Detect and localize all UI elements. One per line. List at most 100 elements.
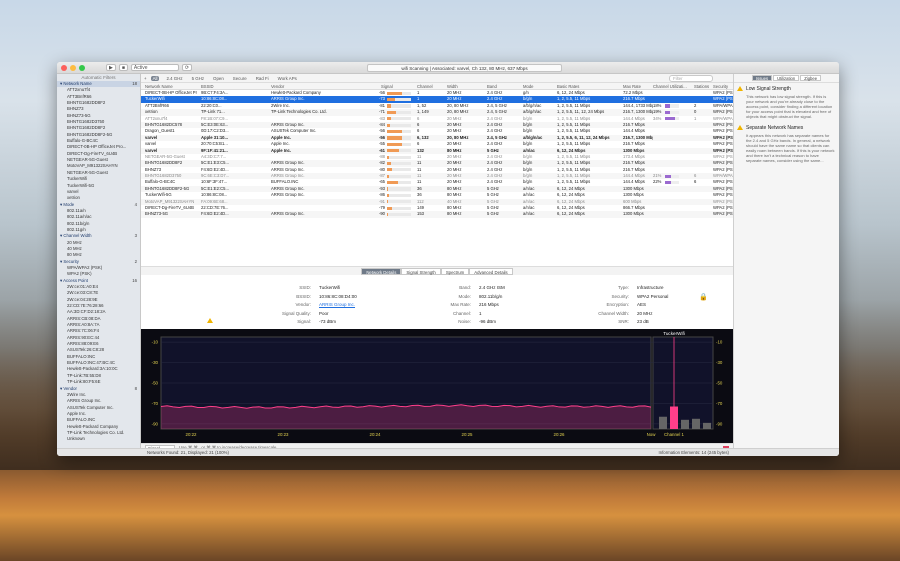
y-tick-label-right: -50	[716, 381, 723, 386]
column-header[interactable]: Max Rate	[623, 83, 653, 90]
x-tick-label: 20:26	[554, 432, 566, 437]
status-bar: Networks Found: 21, Displayed: 21 (100%)…	[57, 448, 839, 456]
zoom-window-button[interactable]	[79, 64, 85, 71]
detail-value: Infrastructure	[637, 285, 664, 290]
column-header[interactable]: Vendor	[271, 83, 333, 90]
sidebar-item-label: 40 MHz	[67, 245, 82, 251]
cell-rates: 6, 12, 24 Mbps	[557, 211, 585, 217]
filter-input[interactable]: Filter	[669, 75, 713, 82]
signal-bar-fill	[387, 193, 390, 198]
column-header[interactable]: Network Name	[145, 83, 197, 90]
signal-bar-fill	[387, 129, 402, 134]
sidebar-item-label: 802.11a/n/ac	[67, 214, 92, 220]
filter-bar: + All 2.4 GHz 5 GHz Open Secure Rad Fi Work AP…	[141, 74, 733, 83]
y-tick-label: -90	[152, 421, 159, 426]
channel-bar	[692, 418, 700, 429]
signal-bar-fill	[387, 149, 400, 153]
interface-select[interactable]: Active	[130, 64, 179, 71]
signal-area	[161, 404, 651, 429]
sidebar-item-label: Apple Inc.	[67, 410, 87, 416]
issues-list: Low Signal Strength This network has low …	[734, 83, 839, 166]
sidebar-item-label: 22:CD:7E:76:28:66	[67, 303, 104, 309]
x-tick-label: 20:24	[370, 432, 382, 437]
tab-network-details[interactable]: Network Details	[361, 267, 402, 275]
right-tab-utilization[interactable]: Utilization	[773, 75, 800, 81]
sidebar-item-label: 802.11b/g/n	[67, 220, 90, 226]
cell-name: BHNZ73-5G	[145, 211, 169, 217]
column-header[interactable]: Stations	[694, 83, 712, 90]
sidebar-item-label: Buffalo-G-BC4C	[67, 138, 98, 144]
play-icon[interactable]: ▶	[106, 64, 116, 71]
column-header[interactable]: Width	[447, 83, 469, 90]
cell-mode: a/n/ac	[523, 211, 535, 217]
filter-chip[interactable]: 2.4 GHz	[164, 76, 184, 81]
column-header[interactable]: Mode	[523, 83, 549, 90]
filter-chip[interactable]: Open	[211, 76, 226, 81]
sidebar-item-label: ARRIS Group Inc.	[67, 398, 102, 404]
detail-value: 20 MHz	[637, 310, 653, 316]
sidebar-item-label: Channel Width	[63, 233, 92, 239]
tab-spectrum[interactable]: Spectrum	[440, 267, 470, 275]
minimize-window-button[interactable]	[70, 64, 76, 71]
cell-width: 80 MHz	[447, 211, 462, 217]
signal-bar	[387, 136, 411, 140]
vendor-link[interactable]: ARRIS Group Inc.	[319, 302, 355, 307]
detail-label: Mode:	[458, 293, 471, 299]
cell-band: 5 GHz	[487, 211, 499, 217]
cell-bssid: F4:6D:E2:4D...	[201, 211, 229, 217]
background-lake	[0, 470, 900, 561]
detail-label: SNR:	[618, 319, 629, 324]
sidebar-item-label: BHNZ73-5G	[67, 112, 91, 118]
detail-value: 23 dB	[637, 319, 649, 324]
filter-chip[interactable]: Rad Fi	[254, 76, 271, 81]
sidebar-item-label: 802.11g/n	[67, 226, 86, 232]
detail-value: -96 dBm	[479, 319, 497, 324]
close-window-button[interactable]	[61, 64, 67, 71]
column-header[interactable]: Band	[487, 83, 509, 90]
filter-chip[interactable]: 5 GHz	[190, 76, 206, 81]
y-tick-label: -70	[152, 401, 159, 406]
column-header[interactable]: Basic Rates	[557, 83, 623, 90]
column-header[interactable]: BSSID	[201, 83, 229, 90]
sidebar-item-label: BHNTG1682D3750	[67, 119, 105, 125]
signal-bar-fill	[387, 174, 390, 178]
detail-value: WPA2 Personal	[637, 293, 669, 299]
filter-chip[interactable]: All	[150, 75, 160, 81]
sidebar-item-label: 2W:ce:04:28:9E	[67, 296, 98, 302]
sidebar-item-label: ASUSTek:26:C8:28	[67, 347, 105, 353]
tab-advanced-details[interactable]: Advanced Details	[469, 267, 513, 275]
issue-item[interactable]: Low Signal Strength This network has low …	[734, 83, 839, 122]
sidebar-item-label: ATT3BnfR66	[67, 93, 92, 99]
signal-bar	[387, 123, 411, 127]
column-header[interactable]: Channel Utilizati...	[653, 83, 693, 90]
right-tab-zigbee[interactable]: Zigbee	[800, 75, 822, 81]
filter-chip[interactable]: Work APs	[276, 76, 299, 81]
sidebar-item[interactable]: Unknown	[57, 436, 140, 442]
stop-icon[interactable]: ■	[118, 64, 128, 71]
table-row[interactable]: BHNZ73-5G F4:6D:E2:4D... ARRIS Group Inc. -…	[141, 211, 733, 218]
utilization-bar	[665, 181, 679, 185]
sidebar-item-label: NETGEAR-5G-Guest	[67, 157, 108, 163]
right-tab-issues[interactable]: Issues	[751, 75, 773, 81]
detail-value: 10:86:8C:08:D4:00	[319, 293, 357, 299]
sidebar-item-label: ARRIS:7C:06:F4	[67, 328, 100, 334]
sidebar-item-label: ARRIS:CB:08:DA	[67, 315, 101, 321]
main-pane: + All 2.4 GHz 5 GHz Open Secure Rad Fi Work AP…	[141, 74, 733, 451]
detail-label: SSID:	[299, 285, 311, 290]
detail-label: Signal Quality:	[281, 310, 311, 316]
add-icon[interactable]: +	[144, 76, 147, 81]
sidebar-item-label: WPA/WPA2 (PSK)	[67, 264, 103, 270]
utilization-bar-fill	[665, 181, 672, 185]
issue-item[interactable]: Separate Network Names It appears this ne…	[734, 122, 839, 166]
signal-bar	[387, 117, 411, 121]
filter-chip[interactable]: Secure	[231, 76, 249, 81]
column-header[interactable]: Channel	[417, 83, 437, 90]
signal-bar	[387, 97, 411, 102]
sidebar-item-label: Mode	[63, 201, 75, 207]
column-header[interactable]: Security	[713, 83, 733, 90]
column-header[interactable]: Signal	[381, 83, 417, 90]
tab-signal-strength[interactable]: Signal Strength	[401, 267, 441, 275]
signal-bar-fill	[387, 91, 402, 95]
refresh-icon[interactable]: ⟳	[181, 64, 193, 71]
sidebar-item-label: ATT2xnu7f4	[67, 87, 91, 93]
